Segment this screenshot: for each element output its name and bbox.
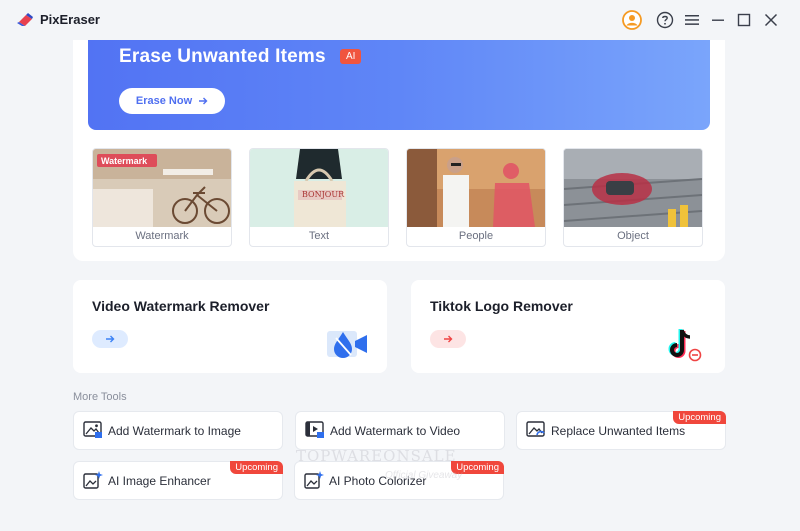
card-title: Video Watermark Remover — [92, 298, 270, 314]
tiktok-logo-remover-card[interactable]: Tiktok Logo Remover — [411, 280, 725, 373]
ai-image-enhancer-tool[interactable]: AI Image Enhancer Upcoming — [73, 461, 283, 500]
people-sample-image — [407, 149, 545, 227]
upcoming-badge: Upcoming — [673, 411, 726, 424]
menu-icon[interactable] — [682, 10, 702, 30]
video-watermark-remover-card[interactable]: Video Watermark Remover — [73, 280, 387, 373]
arrow-right-icon — [444, 335, 453, 343]
upcoming-badge: Upcoming — [230, 461, 283, 474]
sample-caption: Watermark — [135, 230, 189, 242]
object-sample-image — [564, 149, 702, 227]
video-drop-icon — [327, 331, 367, 358]
app-logo-icon — [17, 13, 33, 26]
tool-label: AI Image Enhancer — [108, 474, 211, 488]
more-tools-label: More Tools — [73, 391, 127, 403]
sample-people[interactable]: People — [406, 148, 546, 247]
title-bar: PixEraser — [0, 0, 800, 40]
video-icon — [305, 421, 324, 438]
tool-label: Add Watermark to Image — [108, 424, 241, 438]
sample-text[interactable]: BONJOUR Text — [249, 148, 389, 247]
erase-now-label: Erase Now — [135, 95, 193, 107]
sample-object[interactable]: Object — [563, 148, 703, 247]
colorize-icon — [304, 471, 324, 489]
add-watermark-image-tool[interactable]: Add Watermark to Image — [73, 411, 283, 450]
tool-label: AI Photo Colorizer — [329, 474, 427, 488]
replace-image-icon — [526, 421, 545, 437]
sample-caption: People — [458, 230, 494, 242]
tool-label: Add Watermark to Video — [330, 424, 461, 438]
arrow-right-icon — [106, 335, 115, 343]
sample-caption: Text — [308, 230, 330, 242]
add-watermark-video-tool[interactable]: Add Watermark to Video — [295, 411, 505, 450]
sample-watermark[interactable]: Watermark Watermark — [92, 148, 232, 247]
bonjour-overlay-text: BONJOUR — [302, 190, 345, 199]
video-watermark-arrow-button[interactable] — [92, 330, 128, 348]
text-sample-image — [250, 149, 388, 227]
maximize-icon[interactable] — [734, 10, 754, 30]
account-icon[interactable] — [622, 10, 642, 30]
help-icon[interactable] — [655, 10, 675, 30]
ai-photo-colorizer-tool[interactable]: AI Photo Colorizer Upcoming — [294, 461, 504, 500]
upcoming-badge: Upcoming — [451, 461, 504, 474]
watermark-overlay-text: Watermark — [101, 156, 148, 166]
tool-label: Replace Unwanted Items — [551, 424, 686, 438]
tiktok-icon — [668, 329, 702, 362]
arrow-right-icon — [199, 97, 208, 105]
ai-badge: AI — [340, 49, 362, 64]
replace-unwanted-items-tool[interactable]: Replace Unwanted Items Upcoming — [516, 411, 726, 450]
close-icon[interactable] — [761, 10, 781, 30]
image-icon — [83, 421, 102, 438]
app-title: PixEraser — [40, 12, 100, 27]
tiktok-arrow-button[interactable] — [430, 330, 466, 348]
sample-caption: Object — [617, 230, 649, 242]
banner-title: Erase Unwanted Items — [119, 46, 326, 67]
enhance-icon — [83, 471, 103, 489]
erase-banner: Erase Unwanted Items AI Erase Now — [88, 40, 710, 130]
minimize-icon[interactable] — [708, 10, 728, 30]
erase-now-button[interactable]: Erase Now — [119, 88, 225, 114]
card-title: Tiktok Logo Remover — [430, 298, 573, 314]
